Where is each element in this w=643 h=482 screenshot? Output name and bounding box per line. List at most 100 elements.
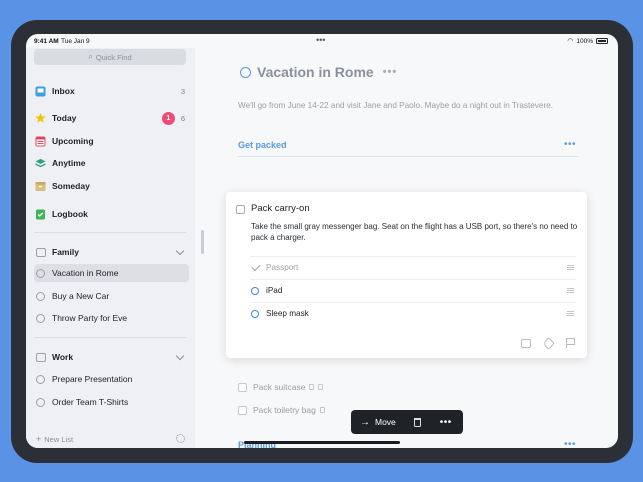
project-notes[interactable]: We'll go from June 14-22 and visit Jane … [238, 100, 558, 111]
sidebar-divider [34, 337, 186, 338]
sidebar-project-label: Prepare Presentation [52, 374, 133, 384]
progress-ring-icon [35, 291, 46, 302]
checklist-icon [318, 384, 324, 390]
project-title-text[interactable]: Vacation in Rome [257, 64, 374, 80]
today-due-badge: 1 [161, 111, 175, 125]
todo-notes[interactable]: Take the small gray messenger bag. Seat … [251, 221, 581, 243]
checklist-circle-icon[interactable] [251, 309, 259, 318]
notes-icon [309, 384, 315, 390]
checklist-item[interactable]: Sleep mask [250, 302, 576, 324]
sidebar-project-order-team-t-shirts[interactable]: Order Team T-Shirts [34, 393, 189, 411]
layers-icon [35, 158, 46, 169]
star-icon [35, 112, 46, 124]
checkmark-icon[interactable] [251, 261, 261, 272]
sidebar-project-label: Vacation in Rome [52, 268, 119, 278]
sidebar-item-logbook[interactable]: Logbook [34, 205, 189, 223]
inbox-icon [35, 86, 46, 97]
project-view: Vacation in Rome ••• We'll go from June … [196, 48, 618, 448]
status-date: Tue Jan 9 [61, 38, 90, 45]
todo-item[interactable]: Pack toiletry bag [238, 405, 325, 415]
new-list-label: New List [44, 434, 74, 444]
status-time: 9:41 AM [34, 38, 59, 45]
checklist-label: iPad [266, 286, 283, 295]
battery-percent: 100% [576, 37, 593, 45]
screen: 9:41 AM Tue Jan 9 ••• ◠ 100% ⌕ Quick Fin… [26, 34, 618, 448]
sidebar-area-family[interactable]: Family [34, 243, 189, 261]
progress-ring-icon [35, 313, 46, 324]
todo-title[interactable]: Pack carry-on [251, 203, 310, 214]
sidebar-project-label: Throw Party for Eve [52, 313, 128, 323]
drag-handle-icon[interactable] [567, 288, 574, 293]
checklist-item[interactable]: Passport [250, 256, 576, 278]
sidebar-item-upcoming[interactable]: Upcoming [34, 132, 189, 150]
todo-checkbox[interactable] [236, 205, 245, 214]
sidebar-item-label: Today [52, 113, 77, 123]
progress-ring-icon [35, 268, 46, 279]
calendar-icon[interactable] [521, 338, 531, 348]
todo-checkbox[interactable] [238, 405, 247, 415]
drag-handle-icon[interactable] [567, 311, 574, 316]
sidebar-project-buy-a-new-car[interactable]: Buy a New Car [34, 287, 189, 305]
checklist-label: Sleep mask [266, 309, 309, 318]
arrow-right-icon: → [360, 416, 370, 428]
sidebar-divider [34, 232, 186, 233]
drag-handle-icon[interactable] [567, 265, 574, 270]
heading-divider [238, 156, 578, 157]
status-right: ◠ 100% [567, 37, 608, 45]
progress-ring-icon [35, 374, 46, 385]
project-more-icon[interactable]: ••• [383, 66, 398, 78]
heading-more-icon[interactable]: ••• [564, 139, 576, 150]
settings-gear-icon[interactable] [176, 434, 185, 443]
move-label: Move [375, 417, 396, 427]
sidebar-item-label: Someday [52, 181, 90, 191]
chevron-down-icon[interactable] [175, 246, 185, 255]
sidebar-area-label: Work [52, 352, 74, 362]
trash-icon[interactable] [413, 417, 421, 427]
checklist-item[interactable]: iPad [250, 279, 576, 301]
sidebar-item-anytime[interactable]: Anytime [34, 154, 189, 172]
flag-icon[interactable] [566, 338, 575, 348]
sidebar-item-label: Upcoming [52, 136, 94, 146]
sidebar-area-work[interactable]: Work [34, 348, 189, 366]
tag-icon[interactable] [542, 336, 555, 350]
sidebar-item-label: Inbox [52, 86, 75, 96]
plus-icon: + [36, 434, 42, 444]
home-indicator[interactable] [244, 441, 400, 444]
calendar-icon [35, 136, 46, 147]
chevron-down-icon[interactable] [175, 351, 185, 360]
move-button[interactable]: → Move [360, 417, 396, 428]
sidebar-item-someday[interactable]: Someday [34, 177, 189, 195]
sidebar-project-vacation-in-rome[interactable]: Vacation in Rome [34, 264, 189, 282]
wifi-icon: ◠ [567, 38, 574, 45]
area-icon [35, 247, 46, 258]
selection-toolbar: → Move ••• [351, 410, 463, 434]
quick-find-label: Quick Find [95, 52, 132, 62]
sidebar-item-today[interactable]: Today 1 6 [34, 109, 189, 127]
checklist-circle-icon[interactable] [251, 286, 259, 295]
project-title: Vacation in Rome ••• [240, 64, 397, 80]
heading-more-icon[interactable]: ••• [564, 439, 576, 448]
sidebar-project-throw-party-for-eve[interactable]: Throw Party for Eve [34, 309, 189, 327]
todo-checkbox[interactable] [238, 382, 247, 392]
box-icon [35, 181, 46, 192]
today-count: 6 [180, 113, 185, 123]
sidebar-project-label: Buy a New Car [52, 291, 110, 301]
sidebar-item-label: Logbook [52, 209, 88, 219]
multitasking-dots-icon[interactable]: ••• [316, 35, 325, 45]
todo-item[interactable]: Pack suitcase [238, 382, 324, 392]
sidebar-project-prepare-presentation[interactable]: Prepare Presentation [34, 370, 189, 388]
sidebar-item-inbox[interactable]: Inbox 3 [34, 82, 189, 100]
heading-get-packed[interactable]: Get packed [238, 140, 287, 150]
sidebar: ⌕ Quick Find Inbox 3 Today 1 6 Upcoming … [26, 48, 195, 448]
battery-icon [596, 38, 608, 44]
area-icon [35, 352, 46, 363]
progress-ring-icon [35, 397, 46, 408]
checklist-icon [319, 407, 325, 413]
todo-title: Pack suitcase [253, 382, 306, 392]
new-list-button[interactable]: + New List [36, 434, 73, 444]
more-icon[interactable]: ••• [440, 417, 452, 428]
checklist-label: Passport [266, 263, 299, 272]
sidebar-project-label: Order Team T-Shirts [52, 397, 129, 407]
quick-find-button[interactable]: ⌕ Quick Find [34, 49, 186, 65]
todo-tools [521, 336, 575, 350]
